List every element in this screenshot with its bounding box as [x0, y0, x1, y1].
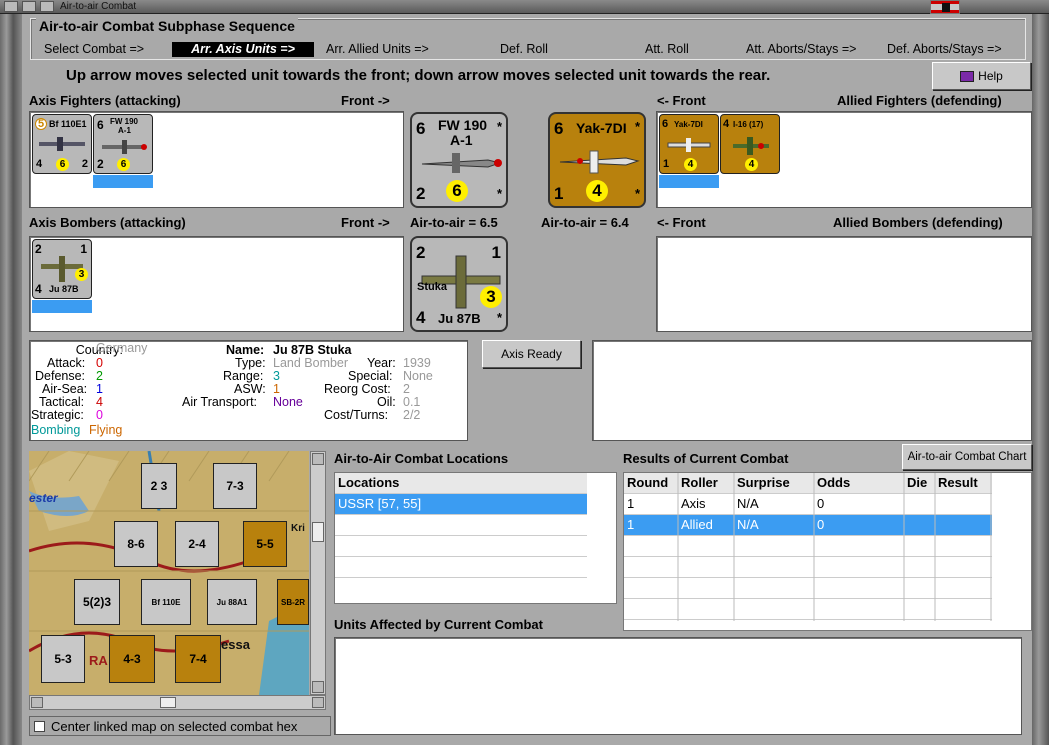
- table-gridlines: [677, 473, 992, 621]
- yak-plane-icon: [667, 138, 711, 152]
- locations-list[interactable]: Locations USSR [57, 55]: [334, 472, 617, 604]
- axis-fighters-list[interactable]: 5 Bf 110E1 4 6 2 6 FW 190 A-1 2 6: [29, 111, 404, 208]
- allied-a2a-value: Air-to-air = 6.4: [541, 215, 629, 230]
- allied-fighters-label: Allied Fighters (defending): [837, 93, 1002, 108]
- scroll-up-icon[interactable]: [312, 453, 324, 465]
- allied-fighters-list[interactable]: 6 Yak-7DI 1 4 4 I-16 (17) 4: [656, 111, 1032, 208]
- unit-bf110[interactable]: 5 Bf 110E1 4 6 2: [32, 114, 92, 174]
- selection-indicator: [659, 175, 719, 188]
- map-vertical-scrollbar[interactable]: [310, 451, 326, 695]
- axis-bombers-list[interactable]: 2 1 3 4 Ju 87B: [29, 236, 404, 332]
- map-counter[interactable]: SB-2R: [277, 579, 309, 625]
- axis-fighters-front: Front ->: [341, 93, 390, 108]
- map-counter[interactable]: Bf 110E: [141, 579, 191, 625]
- results-title: Results of Current Combat: [623, 451, 789, 466]
- germany-flag-icon: [930, 0, 960, 14]
- city-label: ester: [29, 491, 58, 505]
- window-titlebar: Air-to-air Combat: [0, 0, 1049, 14]
- map-counter[interactable]: 4-3: [109, 635, 155, 683]
- sequence-title: Air-to-air Combat Subphase Sequence: [36, 18, 298, 34]
- big-axis-fighter: 6 FW 190 A-1 * 2 6 *: [410, 112, 508, 208]
- map-counter[interactable]: 8-6: [114, 521, 158, 567]
- center-linked-checkbox-row[interactable]: Center linked map on selected combat hex: [29, 716, 331, 736]
- seq-step-def-aborts: Def. Aborts/Stays =>: [887, 42, 1002, 56]
- left-frame: [0, 14, 22, 745]
- unit-i16[interactable]: 4 I-16 (17) 4: [720, 114, 780, 174]
- seq-step-select-combat: Select Combat =>: [44, 42, 145, 56]
- checkbox[interactable]: [34, 720, 45, 732]
- seq-step-att-aborts: Att. Aborts/Stays =>: [746, 42, 857, 56]
- map-view[interactable]: ester essa RA Kri 2 3 7-3 8-6 2-4 5-5 5(…: [29, 451, 309, 695]
- affected-units-panel: [334, 637, 1022, 735]
- axis-a2a-value: Air-to-air = 6.5: [410, 215, 498, 230]
- affected-title: Units Affected by Current Combat: [334, 617, 543, 632]
- right-frame: [1032, 14, 1049, 745]
- map-counter[interactable]: 7-4: [175, 635, 221, 683]
- i16-plane-icon: [733, 137, 769, 155]
- map-counter[interactable]: 2 3: [141, 463, 177, 509]
- selection-indicator: [93, 175, 153, 188]
- system-menu-icon[interactable]: [4, 1, 18, 12]
- yak-plane-icon-large: [559, 150, 640, 174]
- book-icon: [960, 70, 975, 82]
- fw190-plane-icon: [102, 140, 147, 154]
- results-table: Round Roller Surprise Odds Die Result 1 …: [623, 472, 1032, 631]
- scroll-left-icon[interactable]: [31, 697, 43, 708]
- seq-step-def-roll: Def. Roll: [500, 42, 548, 56]
- scroll-down-icon[interactable]: [312, 681, 324, 693]
- city-label: essa: [221, 637, 250, 652]
- map-counter[interactable]: 5-5: [243, 521, 287, 567]
- window-title: Air-to-air Combat: [60, 1, 137, 12]
- region-label: RA: [89, 653, 108, 668]
- instruction-text: Up arrow moves selected unit towards the…: [66, 67, 771, 84]
- map-counter[interactable]: 5-3: [41, 635, 85, 683]
- big-axis-bomber: 2 1 Stuka 3 4 Ju 87B *: [410, 236, 508, 332]
- help-button[interactable]: Help: [932, 62, 1031, 90]
- scroll-thumb[interactable]: [312, 522, 324, 542]
- map-horizontal-scrollbar[interactable]: [29, 695, 326, 710]
- seq-step-arr-axis: Arr. Axis Units =>: [172, 42, 314, 57]
- selection-indicator: [32, 300, 92, 313]
- allied-bombers-list[interactable]: [656, 236, 1032, 332]
- fw190-plane-icon-large: [421, 153, 502, 173]
- restore-icon[interactable]: [40, 1, 54, 12]
- seq-step-att-roll: Att. Roll: [645, 42, 689, 56]
- big-allied-fighter: 6 Yak-7DI * 1 4 *: [548, 112, 646, 208]
- allied-bombers-front: <- Front: [657, 215, 706, 230]
- bf110-plane-icon: [39, 137, 85, 151]
- axis-ready-button[interactable]: Axis Ready: [482, 340, 581, 368]
- map-counter[interactable]: 7-3: [213, 463, 257, 509]
- map-counter[interactable]: 5(2)3: [74, 579, 120, 625]
- unit-fw190[interactable]: 6 FW 190 A-1 2 6: [93, 114, 153, 174]
- unit-yak7di[interactable]: 6 Yak-7DI 1 4: [659, 114, 719, 174]
- axis-bombers-front: Front ->: [341, 215, 390, 230]
- axis-bombers-label: Axis Bombers (attacking): [29, 215, 186, 230]
- allied-bombers-label: Allied Bombers (defending): [833, 215, 1003, 230]
- allied-fighters-front: <- Front: [657, 93, 706, 108]
- message-panel: [592, 340, 1032, 441]
- country-value: Germany: [96, 341, 148, 355]
- scroll-right-icon[interactable]: [312, 697, 324, 708]
- unit-ju87b[interactable]: 2 1 3 4 Ju 87B: [32, 239, 92, 299]
- map-counter[interactable]: 2-4: [175, 521, 219, 567]
- minimize-icon[interactable]: [22, 1, 36, 12]
- a2a-combat-chart-button[interactable]: Air-to-air Combat Chart: [902, 444, 1032, 470]
- map-counter[interactable]: Ju 88A1: [207, 579, 257, 625]
- axis-fighters-label: Axis Fighters (attacking): [29, 93, 181, 108]
- scroll-thumb[interactable]: [160, 697, 176, 708]
- city-label: Kri: [291, 523, 305, 534]
- location-row[interactable]: USSR [57, 55]: [335, 494, 587, 515]
- seq-step-arr-allied: Arr. Allied Units =>: [326, 42, 429, 56]
- unit-info-panel: Country: Germany Attack: 0 Defense: 2 Ai…: [29, 340, 468, 441]
- locations-title: Air-to-Air Combat Locations: [334, 451, 509, 466]
